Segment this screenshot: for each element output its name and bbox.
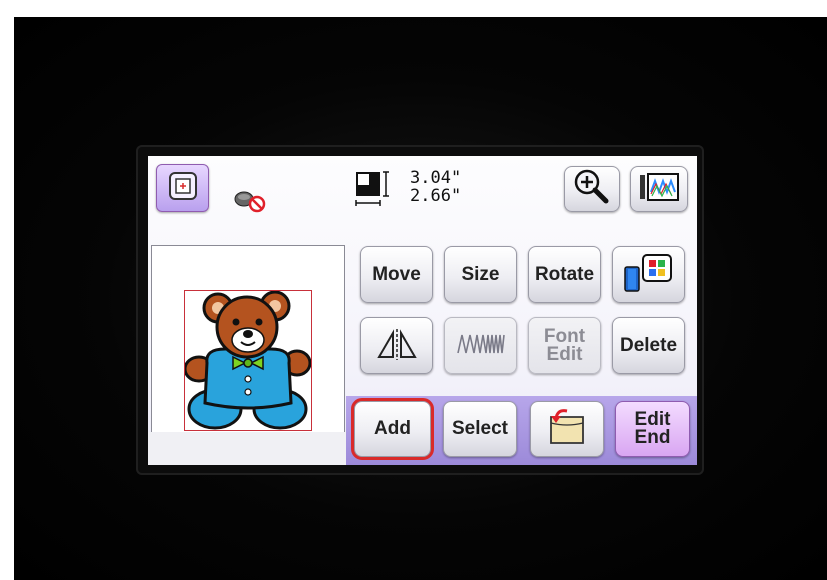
embroidery-frame-icon <box>168 171 198 205</box>
pattern-size-icon <box>353 169 393 214</box>
pattern-height-value: 2.66" <box>410 186 462 206</box>
mirror-button[interactable] <box>360 317 433 374</box>
move-button[interactable]: Move <box>360 246 433 303</box>
font-edit-button[interactable]: Font Edit <box>528 317 601 374</box>
stitch-preview-icon <box>638 172 680 206</box>
density-button[interactable] <box>444 317 517 374</box>
thread-color-palette-icon <box>623 253 675 297</box>
magnifier-plus-icon <box>572 167 612 211</box>
lcd-screen: 3.04" 2.66" Move Size Rotate Font Edit D… <box>148 156 697 465</box>
select-button[interactable]: Select <box>443 401 517 457</box>
presser-foot-off-icon <box>233 189 269 218</box>
embroidery-preview-area[interactable] <box>151 245 345 433</box>
size-button[interactable]: Size <box>444 246 517 303</box>
delete-button[interactable]: Delete <box>612 317 685 374</box>
edit-end-button[interactable]: Edit End <box>615 401 690 457</box>
pattern-width-value: 3.04" <box>410 168 462 188</box>
thread-color-button[interactable] <box>612 246 685 303</box>
memory-pocket-icon <box>545 407 589 451</box>
font-edit-label-line2: Edit <box>546 343 583 365</box>
edit-end-label-line2: End <box>634 427 671 448</box>
font-edit-label-line1: Font <box>543 325 586 347</box>
preview-button[interactable] <box>630 166 688 212</box>
mirror-flip-icon <box>375 327 419 365</box>
zoom-button[interactable] <box>564 166 620 212</box>
stitch-density-icon <box>456 331 506 361</box>
add-button[interactable]: Add <box>351 398 434 460</box>
frame-button[interactable] <box>156 164 209 212</box>
rotate-button[interactable]: Rotate <box>528 246 601 303</box>
memory-button[interactable] <box>530 401 604 457</box>
teddy-bear-design <box>183 290 312 435</box>
preview-footer <box>148 432 346 465</box>
